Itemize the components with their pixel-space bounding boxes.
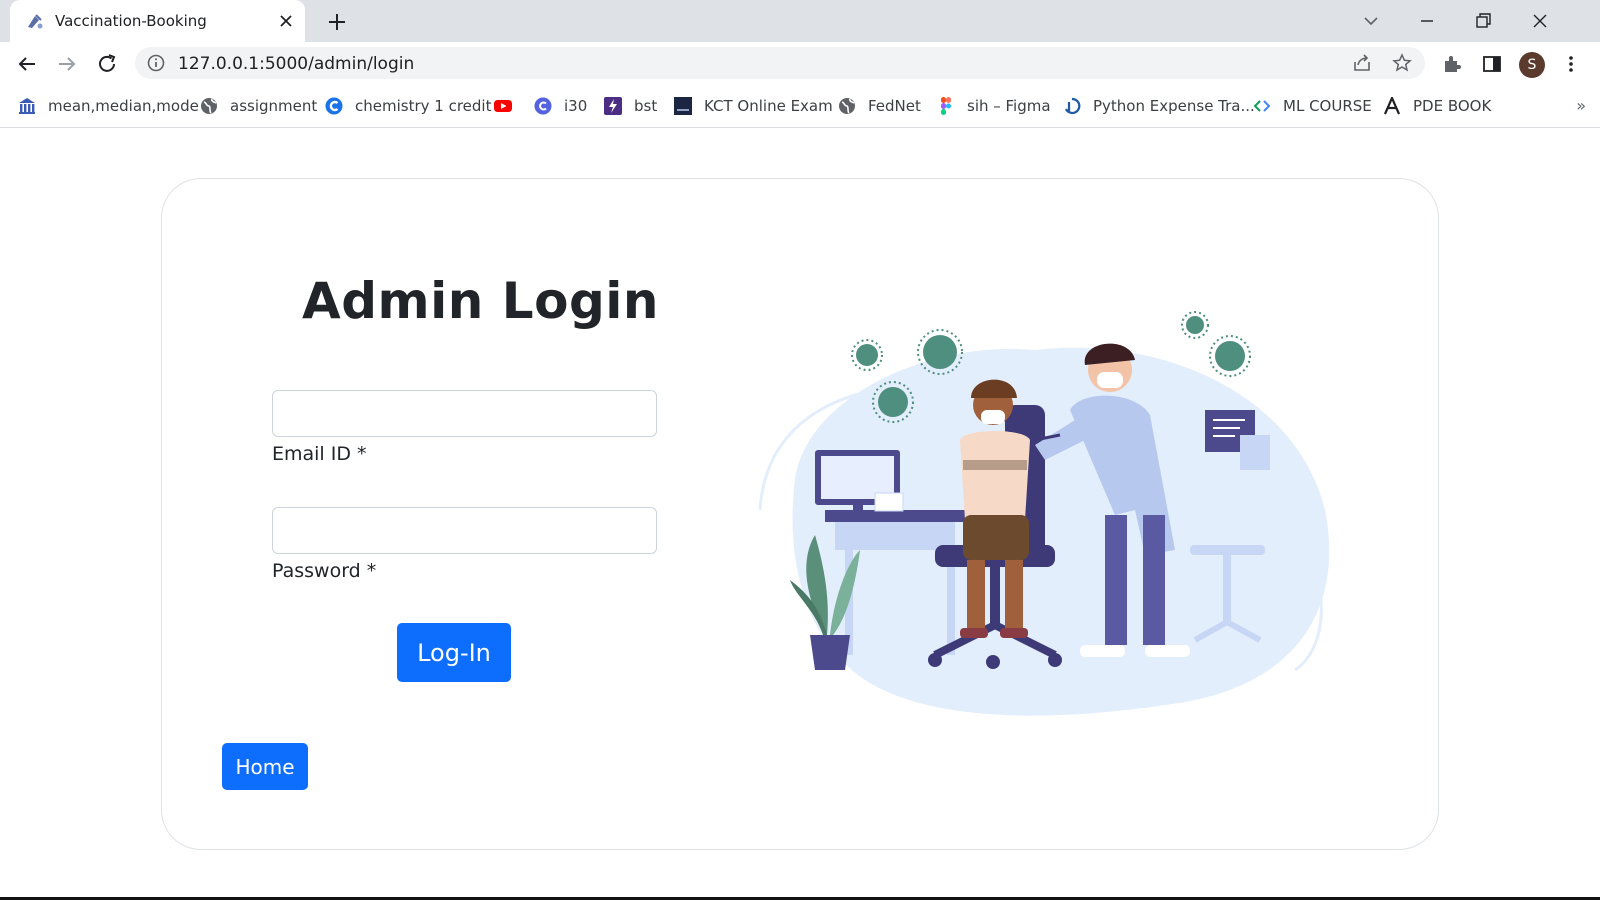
bookmark-label: ML COURSE <box>1283 97 1372 115</box>
bookmark-assignment[interactable]: assignment <box>200 96 317 116</box>
bookmark-python-expense[interactable]: Python Expense Tra... <box>1063 96 1255 116</box>
page-title: Admin Login <box>302 272 659 330</box>
bookmark-label: bst <box>634 97 658 115</box>
url-text[interactable]: 127.0.0.1:5000/admin/login <box>178 54 414 74</box>
close-icon[interactable] <box>277 12 295 30</box>
letter-a-icon <box>1383 97 1401 115</box>
bookmark-label: sih – Figma <box>967 97 1051 115</box>
bookmark-label: PDE BOOK <box>1413 97 1492 115</box>
more-bookmarks-icon[interactable]: » <box>1576 96 1586 115</box>
bookmark-youtube[interactable] <box>494 96 512 116</box>
c-logo-icon <box>325 97 343 115</box>
home-button[interactable]: Home <box>222 743 308 790</box>
side-panel-icon[interactable] <box>1481 53 1503 75</box>
bank-icon <box>19 98 35 114</box>
globe-icon <box>201 98 217 114</box>
bookmark-label: assignment <box>230 97 318 115</box>
bookmark-chemistry[interactable]: chemistry 1 credit <box>325 96 491 116</box>
bookmark-pde-book[interactable]: PDE BOOK <box>1383 96 1491 116</box>
bookmark-bst[interactable]: bst <box>604 96 657 116</box>
password-label: Password * <box>272 560 377 582</box>
exam-portal-icon <box>674 97 692 115</box>
browser-toolbar: 127.0.0.1:5000/admin/login S <box>0 42 1600 84</box>
browser-tabstrip: Vaccination-Booking <box>0 0 1600 42</box>
tab-title: Vaccination-Booking <box>55 12 207 30</box>
vaccine-favicon-icon <box>28 14 43 29</box>
browser-tab-active[interactable]: Vaccination-Booking <box>10 0 305 42</box>
bookmark-fednet[interactable]: FedNet <box>838 96 921 116</box>
bookmark-label: i30 <box>564 97 588 115</box>
extensions-puzzle-icon[interactable] <box>1441 53 1463 75</box>
bookmark-sih-figma[interactable]: sih – Figma <box>937 96 1051 116</box>
login-button[interactable]: Log-In <box>397 623 511 682</box>
bookmark-label: KCT Online Exam <box>704 97 833 115</box>
bookmark-label: Python Expense Tra... <box>1093 97 1255 115</box>
back-arrow-icon[interactable] <box>15 52 39 76</box>
replit-icon <box>1065 97 1081 115</box>
bookmark-kct-online-exam[interactable]: KCT Online Exam <box>674 96 833 116</box>
reload-icon[interactable] <box>95 52 119 76</box>
profile-avatar[interactable]: S <box>1519 52 1545 78</box>
address-bar[interactable]: 127.0.0.1:5000/admin/login <box>135 47 1425 79</box>
forward-arrow-icon[interactable] <box>55 52 79 76</box>
youtube-icon <box>494 100 512 112</box>
bookmark-label: FedNet <box>868 97 921 115</box>
site-info-icon[interactable] <box>147 54 165 72</box>
email-field[interactable] <box>272 390 657 437</box>
kebab-menu-icon[interactable] <box>1560 53 1582 75</box>
bookmark-label: chemistry 1 credit <box>355 97 492 115</box>
window-close-icon[interactable] <box>1529 10 1551 32</box>
restore-icon[interactable] <box>1472 10 1494 32</box>
bookmark-ml-course[interactable]: ML COURSE <box>1253 96 1372 116</box>
tab-search-chevron-icon[interactable] <box>1360 10 1382 32</box>
bookmark-mean-median-mode[interactable]: mean,median,mode <box>18 96 199 116</box>
bookmarks-bar: mean,median,mode assignment chemistry 1 … <box>0 84 1600 128</box>
globe-icon <box>839 98 855 114</box>
code-brackets-icon <box>1253 100 1271 112</box>
bookmark-label: mean,median,mode <box>48 97 199 115</box>
figma-icon <box>941 97 951 115</box>
share-icon[interactable] <box>1352 53 1372 73</box>
minimize-icon[interactable] <box>1416 10 1438 32</box>
password-field[interactable] <box>272 507 657 554</box>
new-tab-icon[interactable] <box>326 11 348 33</box>
bolt-icon <box>604 97 622 115</box>
email-label: Email ID * <box>272 443 367 465</box>
canva-icon <box>534 97 552 115</box>
vaccination-illustration <box>758 311 1330 716</box>
bookmark-star-icon[interactable] <box>1392 53 1412 73</box>
bookmark-i30[interactable]: i30 <box>534 96 587 116</box>
